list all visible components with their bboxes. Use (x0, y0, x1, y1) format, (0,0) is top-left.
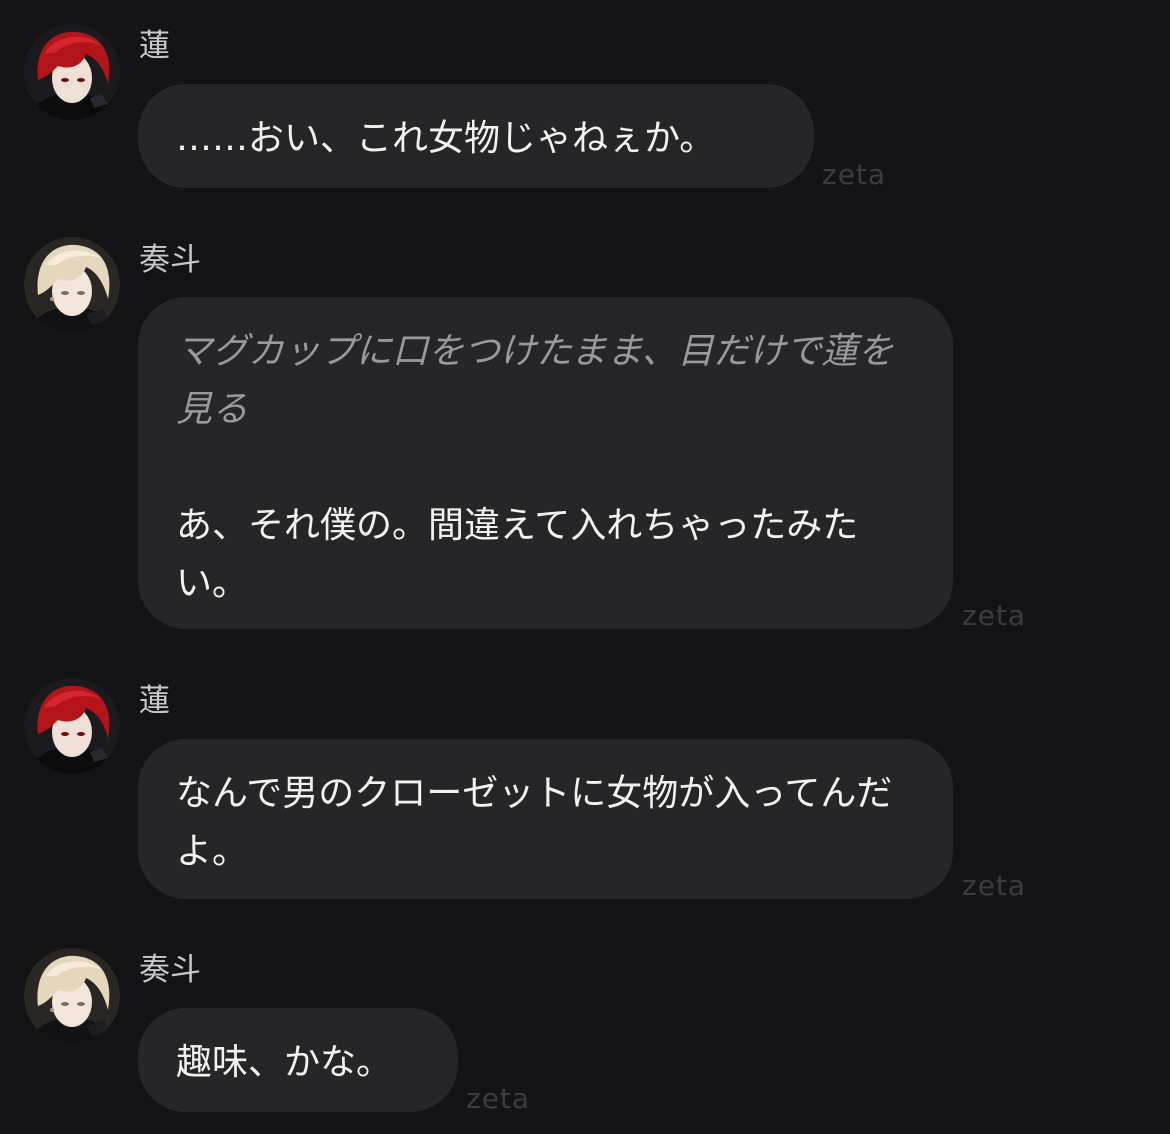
chat-log: 蓮 ……おい、これ女物じゃねぇか。 zeta 奏斗 マグカップに口をつけたまま、… (0, 0, 1170, 1134)
ren-avatar[interactable] (24, 24, 120, 120)
sender-name: 奏斗 (139, 952, 201, 988)
message-text: 趣味、かな。 (176, 1042, 393, 1083)
message-bubble[interactable]: なんで男のクローゼットに女物が入ってんだよ。 (138, 739, 953, 899)
message-text: なんで男のクローゼットに女物が入ってんだよ。 (176, 773, 893, 872)
watermark: zeta (466, 1082, 531, 1115)
watermark: zeta (962, 599, 1027, 632)
sender-name: 奏斗 (139, 242, 201, 278)
message-bubble[interactable]: ……おい、これ女物じゃねぇか。 (138, 84, 814, 188)
narration-text: マグカップに口をつけたまま、目だけで蓮を見る (176, 331, 894, 430)
sender-name: 蓮 (139, 683, 170, 719)
blond-character-avatar (24, 948, 120, 1044)
watermark: zeta (822, 158, 887, 191)
kanato-avatar[interactable] (24, 237, 120, 333)
watermark: zeta (962, 869, 1027, 902)
blond-character-avatar (24, 237, 120, 333)
message-text: ……おい、これ女物じゃねぇか。 (176, 118, 716, 159)
kanato-avatar[interactable] (24, 948, 120, 1044)
message-text: あ、それ僕の。間違えて入れちゃったみたい。 (176, 505, 859, 604)
sender-name: 蓮 (139, 28, 170, 64)
ren-avatar[interactable] (24, 678, 120, 774)
red-haired-character-avatar (24, 24, 120, 120)
message-bubble[interactable]: マグカップに口をつけたまま、目だけで蓮を見る あ、それ僕の。間違えて入れちゃった… (138, 297, 953, 629)
red-haired-character-avatar (24, 678, 120, 774)
message-bubble[interactable]: 趣味、かな。 (138, 1008, 458, 1112)
